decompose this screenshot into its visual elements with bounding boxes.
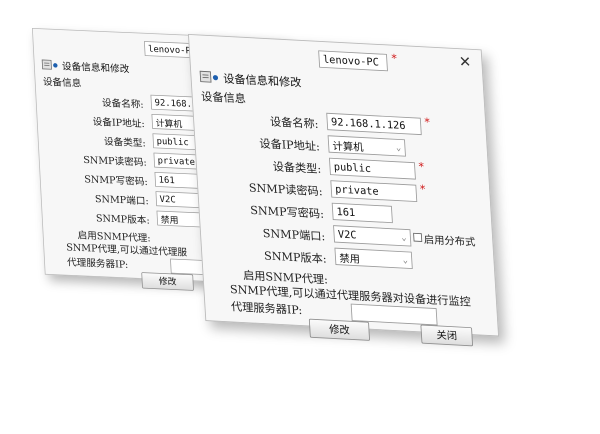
- label-proxy-ip: 代理服务器IP:: [230, 300, 303, 318]
- proxy-enable-value: 禁用: [160, 214, 179, 226]
- proxy-enable-select[interactable]: 禁用 ⌄: [334, 247, 413, 270]
- section-label-device-info: 设备信息: [200, 90, 247, 107]
- status-dot-icon: [212, 74, 219, 80]
- label-device-type: 设备类型:: [272, 160, 322, 177]
- label-device-type: 设备类型:: [103, 136, 146, 150]
- device-info-dialog-front: ✕ lenovo-PC * 设备信息和修改 设备信息 设备名称: 92.168.…: [188, 34, 500, 347]
- label-snmp-version: SNMP版本:: [95, 213, 151, 227]
- snmp-version-select[interactable]: V2C ⌄: [333, 225, 412, 247]
- device-name-input[interactable]: lenovo-PC: [318, 50, 388, 72]
- label-ip-address: 设备IP地址:: [259, 137, 321, 154]
- section-label-device-info: 设备信息: [42, 76, 82, 90]
- label-device-name: 设备名称:: [101, 97, 144, 111]
- proxy-enable-value: 禁用: [339, 252, 361, 266]
- snmp-write-input[interactable]: private: [330, 180, 418, 203]
- chevron-down-icon: ⌄: [401, 233, 407, 243]
- form-icon: [199, 70, 212, 83]
- close-button[interactable]: 关闭: [420, 324, 474, 347]
- chevron-down-icon: ⌄: [402, 255, 409, 266]
- required-mark: *: [424, 116, 431, 130]
- form-icon: [41, 59, 52, 70]
- label-ip-address: 设备IP地址:: [92, 116, 145, 131]
- distributed-label: 启用分布式: [423, 233, 476, 249]
- device-type-select[interactable]: 计算机 ⌄: [327, 135, 406, 157]
- snmp-version-value: V2C: [337, 227, 357, 242]
- label-snmp-port: SNMP端口:: [262, 227, 326, 244]
- ip-address-input[interactable]: 92.168.1.126: [326, 112, 422, 136]
- modify-button[interactable]: 修改: [141, 272, 194, 291]
- label-snmp-port: SNMP端口:: [94, 193, 149, 208]
- required-mark: *: [391, 52, 398, 66]
- snmp-read-input[interactable]: public: [328, 157, 416, 180]
- snmp-port-input[interactable]: 161: [331, 202, 393, 224]
- modify-button[interactable]: 修改: [308, 318, 371, 341]
- required-mark: *: [418, 160, 425, 175]
- snmp-version-value: V2C: [159, 193, 176, 205]
- label-snmp-read: SNMP读密码:: [248, 181, 323, 199]
- status-dot-icon: [52, 62, 58, 68]
- label-snmp-write: SNMP写密码:: [249, 204, 325, 222]
- device-type-value: 计算机: [155, 117, 183, 130]
- label-snmp-version: SNMP版本:: [263, 249, 328, 267]
- chevron-down-icon: ⌄: [395, 143, 402, 153]
- label-snmp-read: SNMP读密码:: [83, 154, 147, 169]
- label-snmp-write: SNMP写密码:: [84, 174, 148, 188]
- distributed-checkbox[interactable]: [413, 232, 423, 242]
- device-type-value: 计算机: [332, 139, 364, 154]
- label-proxy-ip: 代理服务器IP:: [66, 257, 129, 271]
- label-device-name: 设备名称:: [269, 115, 319, 132]
- required-mark: *: [419, 183, 426, 197]
